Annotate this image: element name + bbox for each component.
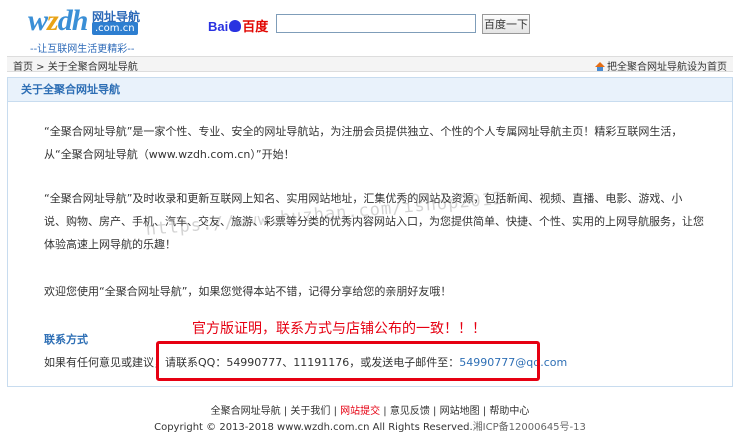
footer-divider: | — [479, 406, 490, 417]
about-paragraph-3: 欢迎您使用“全聚合网址导航”，如果您觉得本站不错，记得分享给您的亲朋好友哦！ — [44, 285, 452, 298]
footer-divider: | — [429, 406, 440, 417]
contact-title: 联系方式 — [44, 333, 88, 346]
footer-link-site[interactable]: 全聚合网址导航 — [211, 406, 281, 417]
footer-link-help[interactable]: 帮助中心 — [489, 406, 529, 417]
footer-link-submit[interactable]: 网站提交 — [340, 406, 380, 417]
site-logo[interactable]: wzdh 网址导航 .com.cn --让互联网生活更精彩-- — [28, 4, 158, 56]
home-icon — [595, 62, 605, 71]
header: wzdh 网址导航 .com.cn --让互联网生活更精彩-- Bai 百度 百度… — [0, 0, 740, 56]
footer-link-feedback[interactable]: 意见反馈 — [390, 406, 430, 417]
logo-slogan: --让互联网生活更精彩-- — [30, 44, 135, 55]
footer-copyright: Copyright © 2013-2018 www.wzdh.com.cn Al… — [0, 418, 740, 433]
logo-wordmark: wzdh — [28, 4, 88, 37]
breadcrumb: 首页 > 关于全聚合网址导航 — [13, 58, 138, 73]
search-input[interactable] — [276, 14, 476, 33]
footer-link-sitemap[interactable]: 网站地图 — [440, 406, 480, 417]
set-homepage-label: 把全聚合网址导航设为首页 — [607, 62, 727, 73]
footer-links: 全聚合网址导航 | 关于我们 | 网站提交 | 意见反馈 | 网站地图 | 帮助… — [0, 402, 740, 417]
breadcrumb-current: 关于全聚合网址导航 — [47, 62, 138, 73]
breadcrumb-separator: > — [33, 62, 48, 73]
logo-domain-badge: .com.cn — [92, 22, 138, 35]
breadcrumb-bar: 首页 > 关于全聚合网址导航 把全聚合网址导航设为首页 — [7, 56, 733, 73]
about-paragraph-2: “全聚合网址导航”及时收录和更新互联网上知名、实用网站地址，汇集优秀的网站及资源… — [44, 192, 704, 251]
annotation-highlight-box — [156, 341, 540, 381]
search-button[interactable]: 百度一下 — [482, 14, 530, 34]
set-homepage-link[interactable]: 把全聚合网址导航设为首页 — [595, 58, 727, 73]
panel-title: 关于全聚合网址导航 — [8, 78, 732, 102]
icp-number[interactable]: 湘ICP备12000645号-13 — [473, 422, 586, 433]
footer-link-about-us[interactable]: 关于我们 — [290, 406, 330, 417]
copyright-text: Copyright © 2013-2018 www.wzdh.com.cn Al… — [154, 422, 473, 433]
baidu-paw-icon — [229, 20, 242, 32]
about-paragraph-1: “全聚合网址导航”是一家个性、专业、安全的网址导航站，为注册会员提供独立、个性的… — [44, 125, 683, 161]
footer-divider: | — [380, 406, 390, 417]
breadcrumb-home-link[interactable]: 首页 — [13, 62, 33, 73]
annotation-note: 官方版证明，联系方式与店铺公布的一致！！！ — [192, 321, 486, 337]
footer-divider: | — [330, 406, 341, 417]
footer-divider: | — [280, 406, 291, 417]
